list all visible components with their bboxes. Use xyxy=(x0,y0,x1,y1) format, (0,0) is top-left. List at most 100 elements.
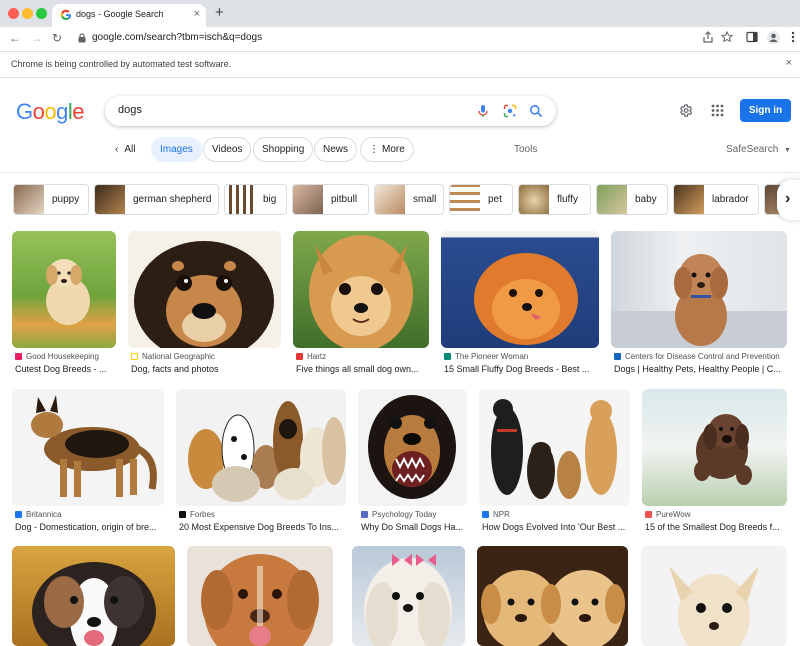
result-thumbnail[interactable] xyxy=(441,231,599,348)
result-source[interactable]: NPR xyxy=(482,510,510,519)
url-text[interactable]: google.com/search?tbm=isch&q=dogs xyxy=(92,32,262,43)
chip-label: labrador xyxy=(712,194,749,205)
source-favicon-icon xyxy=(444,353,451,360)
browser-tab[interactable]: dogs - Google Search × xyxy=(52,4,206,27)
source-favicon-icon xyxy=(15,511,22,518)
chip-fluffy[interactable]: fluffy xyxy=(518,184,591,215)
result-thumbnail[interactable] xyxy=(176,389,346,506)
mic-icon[interactable] xyxy=(476,104,490,118)
chip-thumbnail xyxy=(375,185,405,214)
chip-thumbnail xyxy=(293,185,323,214)
result-thumbnail[interactable] xyxy=(352,546,465,646)
tab-news[interactable]: News xyxy=(314,137,358,162)
address-bar[interactable]: google.com/search?tbm=isch&q=dogs xyxy=(70,29,742,47)
sign-in-button[interactable]: Sign in xyxy=(740,99,791,122)
result-thumbnail[interactable] xyxy=(641,546,787,646)
lens-icon[interactable] xyxy=(503,104,517,118)
source-favicon-icon xyxy=(361,511,368,518)
result-thumbnail[interactable] xyxy=(611,231,787,348)
chip-puppy[interactable]: puppy xyxy=(13,184,89,215)
chip-big[interactable]: big xyxy=(224,184,287,215)
search-input[interactable]: dogs xyxy=(118,104,142,116)
result-thumbnail[interactable] xyxy=(358,389,467,506)
gear-icon[interactable] xyxy=(678,103,693,118)
tools-button[interactable]: Tools xyxy=(514,144,537,155)
chip-small[interactable]: small xyxy=(374,184,444,215)
result-source[interactable]: Psychology Today xyxy=(361,510,436,519)
infobar-close-icon[interactable]: × xyxy=(786,57,792,69)
result-title[interactable]: 15 Small Fluffy Dog Breeds - Best ... xyxy=(444,364,602,374)
chevron-down-icon: ▼ xyxy=(784,147,791,154)
maximize-window-button[interactable] xyxy=(36,8,47,19)
google-logo[interactable]: Google xyxy=(16,99,85,125)
tab-close-icon[interactable]: × xyxy=(194,7,200,21)
tab-all-label: All xyxy=(124,144,136,155)
result-title[interactable]: 15 of the Smallest Dog Breeds f... xyxy=(645,522,788,532)
star-icon[interactable] xyxy=(721,31,733,43)
chip-label: pet xyxy=(488,194,502,205)
result-title[interactable]: Dog - Domestication, origin of bre... xyxy=(15,522,165,532)
chip-thumbnail xyxy=(14,185,44,214)
forward-button[interactable]: → xyxy=(31,29,43,47)
result-source[interactable]: Britannica xyxy=(15,510,62,519)
result-thumbnail[interactable] xyxy=(12,389,164,506)
chip-baby[interactable]: baby xyxy=(596,184,668,215)
search-icon[interactable] xyxy=(529,104,543,118)
chip-pet[interactable]: pet xyxy=(449,184,513,215)
result-source[interactable]: National Geographic xyxy=(131,352,215,361)
source-favicon-icon xyxy=(131,353,138,360)
tab-images[interactable]: Images xyxy=(151,137,202,162)
result-title[interactable]: How Dogs Evolved Into 'Our Best ... xyxy=(482,522,631,532)
source-favicon-icon xyxy=(296,353,303,360)
result-source[interactable]: PureWow xyxy=(645,510,691,519)
result-source[interactable]: Centers for Disease Control and Preventi… xyxy=(614,352,780,361)
result-thumbnail[interactable] xyxy=(479,389,630,506)
chip-thumbnail xyxy=(674,185,704,214)
result-source-label: The Pioneer Woman xyxy=(455,352,529,361)
result-source[interactable]: Hartz xyxy=(296,352,326,361)
apps-grid-icon[interactable] xyxy=(711,104,724,117)
result-title[interactable]: Cutest Dog Breeds - ... xyxy=(15,364,119,374)
chip-german-shepherd[interactable]: german shepherd xyxy=(94,184,219,215)
tab-more[interactable]: ⋮ More xyxy=(360,137,414,162)
result-thumbnail[interactable] xyxy=(293,231,429,348)
result-title[interactable]: 20 Most Expensive Dog Breeds To Ins... xyxy=(179,522,347,532)
tab-all[interactable]: ‹ All xyxy=(106,137,145,162)
result-title[interactable]: Dogs | Healthy Pets, Healthy People | C.… xyxy=(614,364,784,374)
chip-label: german shepherd xyxy=(133,194,212,205)
result-source-label: National Geographic xyxy=(142,352,215,361)
chip-pitbull[interactable]: pitbull xyxy=(292,184,369,215)
result-thumbnail[interactable] xyxy=(12,231,116,348)
chip-thumbnail xyxy=(597,185,627,214)
chip-label: baby xyxy=(635,194,657,205)
result-thumbnail[interactable] xyxy=(187,546,333,646)
back-button[interactable]: ← xyxy=(9,29,21,47)
sidepanel-icon[interactable] xyxy=(746,31,758,43)
share-icon[interactable] xyxy=(702,31,714,43)
search-box[interactable]: dogs xyxy=(105,96,556,126)
result-title[interactable]: Five things all small dog own... xyxy=(296,364,432,374)
result-thumbnail[interactable] xyxy=(642,389,787,506)
chip-labrador[interactable]: labrador xyxy=(673,184,759,215)
minimize-window-button[interactable] xyxy=(22,8,33,19)
safesearch-button[interactable]: SafeSearch ▼ xyxy=(726,144,791,155)
lock-icon[interactable] xyxy=(78,33,86,43)
reload-button[interactable]: ↻ xyxy=(52,29,62,47)
close-window-button[interactable] xyxy=(8,8,19,19)
result-thumbnail[interactable] xyxy=(128,231,281,348)
new-tab-button[interactable]: + xyxy=(215,4,224,22)
result-thumbnail[interactable] xyxy=(477,546,628,646)
tab-videos[interactable]: Videos xyxy=(203,137,252,162)
result-source-label: Psychology Today xyxy=(372,510,437,519)
tab-strip: dogs - Google Search × + xyxy=(0,0,800,27)
profile-icon[interactable] xyxy=(767,31,780,44)
result-source[interactable]: Forbes xyxy=(179,510,215,519)
result-source[interactable]: The Pioneer Woman xyxy=(444,352,528,361)
result-title[interactable]: Why Do Small Dogs Ha... xyxy=(361,522,468,532)
chips-next-button[interactable]: › xyxy=(777,180,800,220)
kebab-menu-icon[interactable] xyxy=(791,31,795,43)
result-title[interactable]: Dog, facts and photos xyxy=(131,364,284,374)
tab-shopping[interactable]: Shopping xyxy=(253,137,314,162)
result-source[interactable]: Good Housekeeping xyxy=(15,352,99,361)
result-thumbnail[interactable] xyxy=(12,546,175,646)
